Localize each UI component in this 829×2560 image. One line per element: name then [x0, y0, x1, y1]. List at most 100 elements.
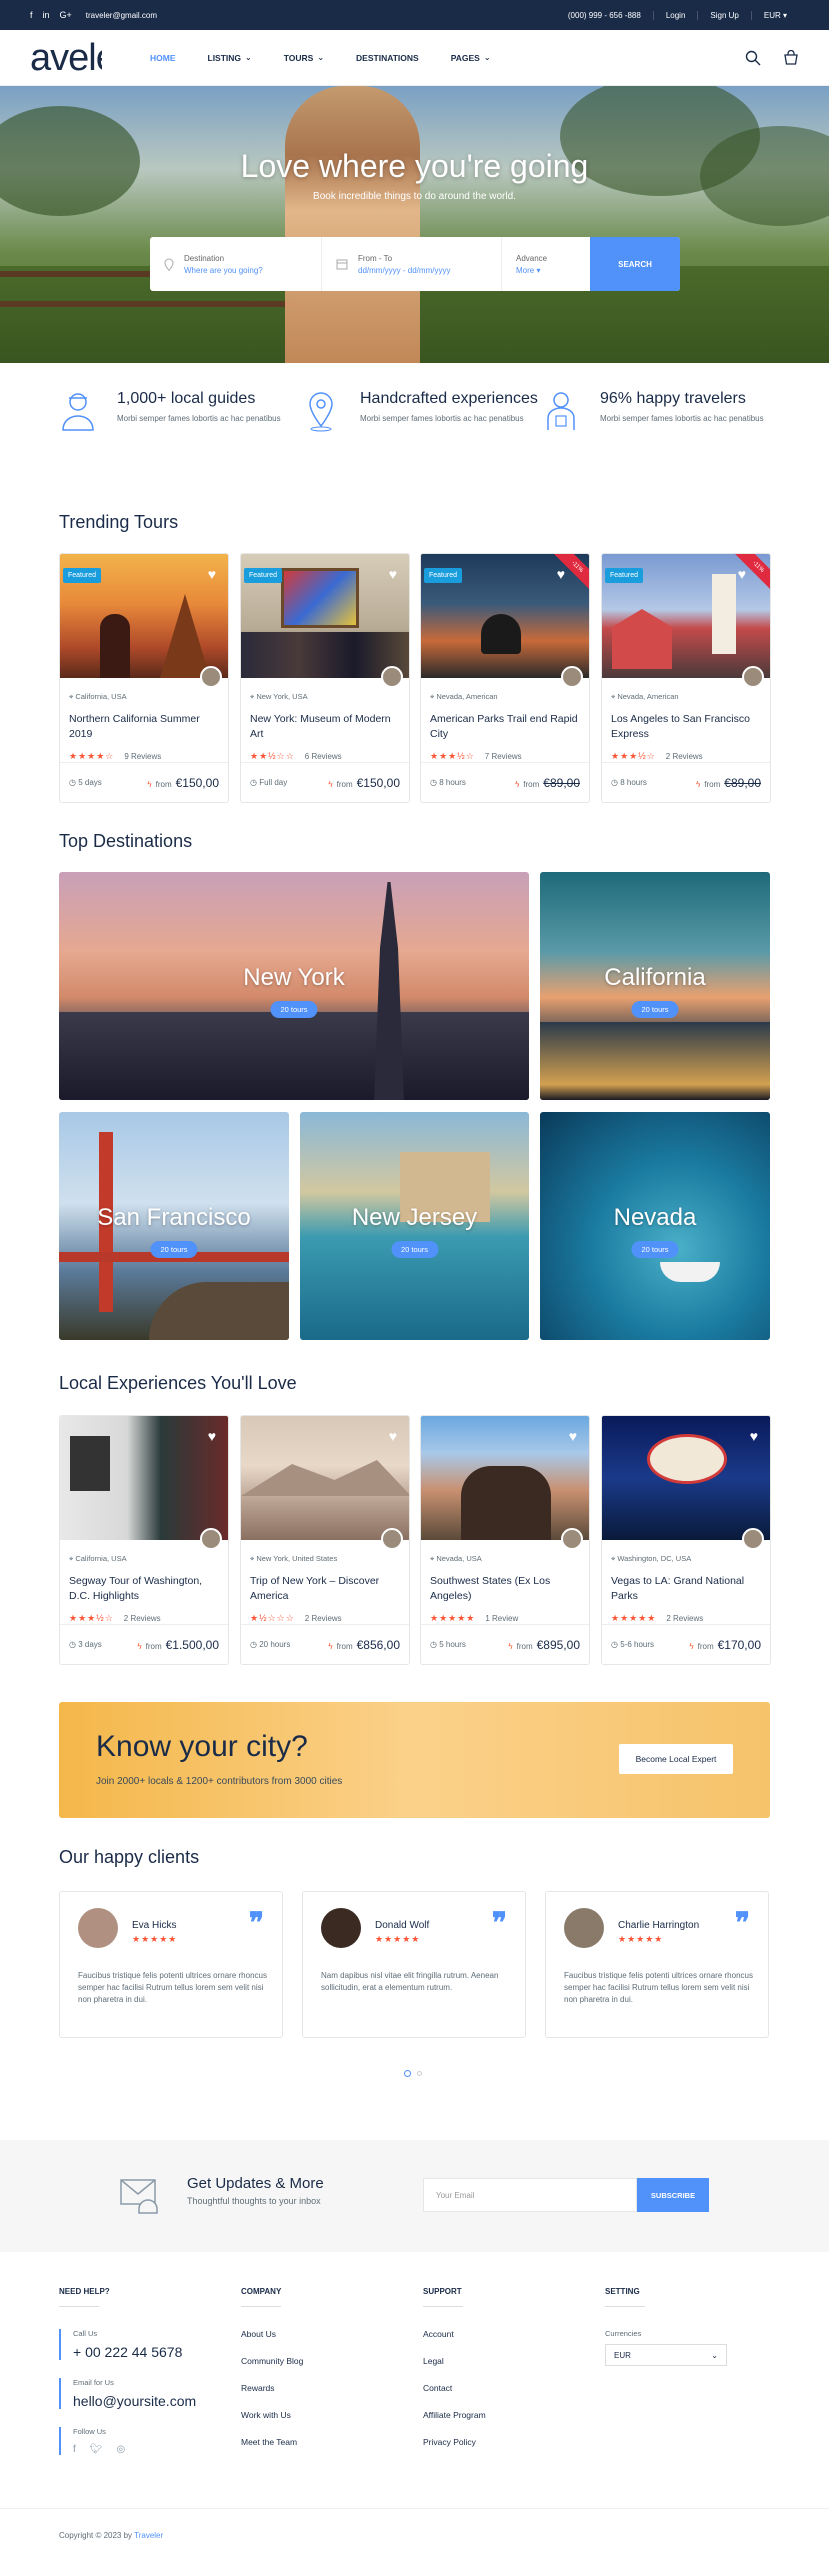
tour-card[interactable]: Featured ♥ ⌖ California, USA Northern Ca… — [59, 553, 229, 803]
experience-image[interactable]: ♥ — [602, 1416, 770, 1550]
subscribe-button[interactable]: SUBSCRIBE — [637, 2178, 709, 2212]
tour-image[interactable]: Featured ♥ -11% — [421, 554, 589, 688]
footer-link[interactable]: Legal — [423, 2356, 486, 2366]
footer-link[interactable]: About Us — [241, 2329, 303, 2339]
avatar — [561, 1528, 583, 1550]
destination-tours[interactable]: 20 tours — [150, 1241, 198, 1258]
footer-support: SUPPORT Account Legal Contact Affiliate … — [423, 2287, 486, 2464]
footer-link[interactable]: Privacy Policy — [423, 2437, 486, 2447]
destination-tours[interactable]: 20 tours — [631, 1001, 679, 1018]
date-value: dd/mm/yyyy - dd/mm/yyyy — [358, 265, 451, 275]
duration-text: 5 hours — [439, 1640, 466, 1649]
destination-tours[interactable]: 20 tours — [390, 1241, 439, 1258]
carousel-dot-active[interactable] — [404, 2070, 411, 2077]
heart-icon[interactable]: ♥ — [208, 566, 216, 582]
footer-link[interactable]: Rewards — [241, 2383, 303, 2393]
instagram-icon[interactable]: ◎ — [116, 2444, 125, 2455]
tour-card[interactable]: Featured ♥ ⌖ New York, USA New York: Mus… — [240, 553, 410, 803]
currency-dropdown[interactable]: EUR ▾ — [750, 10, 799, 20]
heart-icon[interactable]: ♥ — [208, 1428, 216, 1444]
experience-card[interactable]: ♥ ⌖ Nevada, USA Southwest States (Ex Los… — [420, 1415, 590, 1665]
nav-pages[interactable]: PAGES ⌄ — [435, 53, 507, 63]
tour-name[interactable]: Northern California Summer 2019 — [69, 712, 219, 743]
signup-link[interactable]: Sign Up — [697, 10, 750, 20]
footer-link[interactable]: Work with Us — [241, 2410, 303, 2420]
carousel-dot[interactable] — [417, 2071, 422, 2076]
date-field[interactable]: From - To dd/mm/yyyy - dd/mm/yyyy — [322, 237, 502, 291]
footer-link[interactable]: Affiliate Program — [423, 2410, 486, 2420]
footer-link[interactable]: Contact — [423, 2383, 486, 2393]
destination-new-york[interactable]: New York 20 tours — [59, 872, 529, 1100]
tour-card[interactable]: Featured ♥ -11% ⌖ Nevada, American Los A… — [601, 553, 771, 803]
currencies-label: Currencies — [605, 2329, 642, 2338]
avatar — [564, 1908, 604, 1948]
facebook-icon[interactable]: f — [30, 10, 33, 20]
footer-link[interactable]: Account — [423, 2329, 486, 2339]
nav-home-label: HOME — [150, 52, 176, 63]
experience-card[interactable]: ♥ ⌖ Washington, DC, USA Vegas to LA: Gra… — [601, 1415, 771, 1665]
destination-nevada[interactable]: Nevada 20 tours — [540, 1112, 770, 1340]
feature-guides: 1,000+ local guides Morbi semper fames lo… — [59, 390, 299, 432]
experience-image[interactable]: ♥ — [241, 1416, 409, 1550]
duration-text: 8 hours — [439, 778, 466, 787]
experience-name[interactable]: Vegas to LA: Grand National Parks — [611, 1574, 761, 1605]
nav-home[interactable]: HOME — [134, 53, 192, 63]
become-local-expert-button[interactable]: Become Local Expert — [619, 1744, 733, 1774]
destination-tours[interactable]: 20 tours — [631, 1241, 679, 1258]
call-value[interactable]: + 00 222 44 5678 — [73, 2344, 196, 2360]
destination-california[interactable]: California 20 tours — [540, 872, 770, 1100]
heart-icon[interactable]: ♥ — [389, 1428, 397, 1444]
heart-icon[interactable]: ♥ — [750, 1428, 758, 1444]
email-input[interactable]: Your Email — [423, 2178, 637, 2212]
nav-destinations[interactable]: DESTINATIONS — [340, 53, 435, 63]
destination-tours[interactable]: 20 tours — [270, 1001, 318, 1018]
tour-name[interactable]: New York: Museum of Modern Art — [250, 712, 400, 743]
search-button[interactable]: SEARCH — [590, 237, 680, 291]
tour-card[interactable]: Featured ♥ -11% ⌖ Nevada, American Ameri… — [420, 553, 590, 803]
experience-name[interactable]: Trip of New York – Discover America — [250, 1574, 400, 1605]
heart-icon[interactable]: ♥ — [557, 566, 565, 582]
heart-icon[interactable]: ♥ — [389, 566, 397, 582]
destination-san-francisco[interactable]: San Francisco 20 tours — [59, 1112, 289, 1340]
facebook-icon[interactable]: f — [73, 2444, 76, 2455]
experience-name[interactable]: Southwest States (Ex Los Angeles) — [430, 1574, 580, 1605]
destination-name: California — [604, 964, 706, 991]
duration-text: Full day — [259, 778, 288, 787]
experience-rating: ★★★½☆ 2 Reviews — [69, 1613, 228, 1624]
heart-icon[interactable]: ♥ — [569, 1428, 577, 1444]
tour-image[interactable]: Featured ♥ -11% — [602, 554, 770, 688]
google-plus-icon[interactable]: G+ — [60, 10, 72, 20]
destinations-title: Top Destinations — [59, 831, 193, 851]
advance-field[interactable]: Advance More ▾ — [502, 237, 590, 291]
nav-tours[interactable]: TOURS ⌄ — [268, 53, 340, 63]
footer-link[interactable]: Meet the Team — [241, 2437, 303, 2447]
avatar — [321, 1908, 361, 1948]
destination-name: New Jersey — [351, 1204, 478, 1231]
bolt-icon: ϟ — [328, 779, 333, 789]
twitter-icon[interactable]: 🐦︎ — [90, 2444, 103, 2455]
search-icon[interactable] — [745, 50, 761, 66]
login-link[interactable]: Login — [652, 10, 698, 20]
nav-listing[interactable]: LISTING ⌄ — [192, 53, 268, 63]
experience-name[interactable]: Segway Tour of Washington, D.C. Highligh… — [69, 1574, 219, 1605]
heart-icon[interactable]: ♥ — [738, 566, 746, 582]
experience-image[interactable]: ♥ — [421, 1416, 589, 1550]
experience-card[interactable]: ♥ ⌖ California, USA Segway Tour of Washi… — [59, 1415, 229, 1665]
linkedin-icon[interactable]: in — [43, 10, 50, 20]
logo[interactable]: aveler — [30, 30, 102, 86]
topbar-email[interactable]: traveler@gmail.com — [86, 11, 157, 20]
experience-card[interactable]: ♥ ⌖ New York, United States Trip of New … — [240, 1415, 410, 1665]
tour-name[interactable]: American Parks Trail end Rapid City — [430, 712, 580, 743]
copyright-brand[interactable]: Traveler — [134, 2531, 163, 2540]
destination-new-jersey[interactable]: New Jersey 20 tours — [300, 1112, 529, 1340]
tour-name[interactable]: Los Angeles to San Francisco Express — [611, 712, 761, 743]
experience-image[interactable]: ♥ — [60, 1416, 228, 1550]
cart-icon[interactable] — [783, 49, 799, 66]
destination-field[interactable]: Destination Where are you going? — [150, 237, 322, 291]
currency-select[interactable]: EUR ⌄ — [605, 2344, 727, 2366]
tour-image[interactable]: Featured ♥ — [60, 554, 228, 688]
email-value[interactable]: hello@yoursite.com — [73, 2393, 196, 2409]
advance-label: Advance — [516, 253, 548, 263]
tour-image[interactable]: Featured ♥ — [241, 554, 409, 688]
footer-link[interactable]: Community Blog — [241, 2356, 303, 2366]
